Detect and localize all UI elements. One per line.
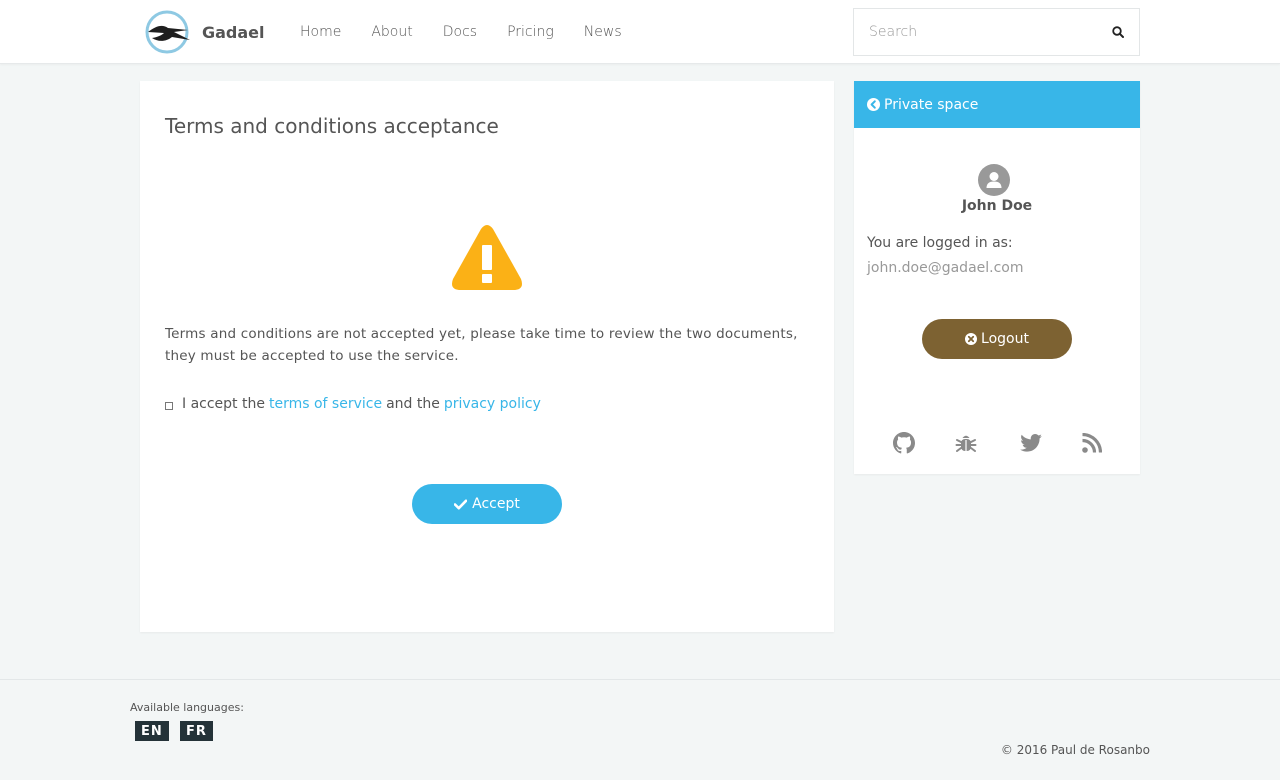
check-icon (454, 499, 468, 509)
accept-terms-row: I accept the terms of service and the pr… (165, 396, 545, 412)
user-email: john.doe@gadael.com (867, 260, 1024, 276)
bug-report-link[interactable] (954, 432, 978, 454)
user-icon (986, 172, 1002, 188)
nav-link-about[interactable]: About (371, 24, 412, 40)
logout-button-label: Logout (981, 331, 1029, 347)
privacy-policy-link[interactable]: privacy policy (444, 396, 541, 412)
nav-link-pricing[interactable]: Pricing (507, 24, 554, 40)
navbar: Gadael Home About Docs Pricing News (0, 0, 1280, 64)
private-space-panel: Private space John Doe You are logged in… (854, 81, 1140, 474)
times-circle-icon (965, 333, 978, 345)
nav-link-home[interactable]: Home (300, 24, 341, 40)
page-title: Terms and conditions acceptance (165, 114, 499, 138)
languages-label: Available languages: (130, 701, 244, 714)
search-icon (1112, 26, 1124, 38)
github-link[interactable] (892, 432, 916, 454)
footer: Available languages: EN FR © 2016 Paul d… (0, 679, 1280, 780)
twitter-link[interactable] (1019, 432, 1043, 454)
conjunction-label: and the (386, 396, 440, 412)
terms-of-service-link[interactable]: terms of service (269, 396, 382, 412)
brand-link[interactable]: Gadael (144, 10, 265, 54)
twitter-icon (1020, 434, 1042, 452)
search-input[interactable] (854, 9, 1097, 55)
brand-name: Gadael (202, 22, 265, 42)
nav-link-docs[interactable]: Docs (443, 24, 477, 40)
private-space-title: Private space (884, 96, 979, 113)
nav-link-news[interactable]: News (584, 24, 622, 40)
bug-icon (955, 435, 977, 452)
logged-in-label: You are logged in as: (867, 235, 1013, 251)
warning-icon (452, 225, 522, 290)
language-fr-button[interactable]: FR (180, 721, 213, 741)
rss-link[interactable] (1080, 432, 1104, 454)
private-space-header: Private space (854, 81, 1140, 128)
logout-button[interactable]: Logout (922, 319, 1072, 359)
accept-button[interactable]: Accept (412, 484, 562, 524)
nav-links: Home About Docs Pricing News (300, 0, 652, 64)
user-name: John Doe (961, 198, 1033, 214)
accept-terms-checkbox[interactable] (165, 402, 173, 410)
search-button[interactable] (1097, 9, 1139, 55)
accept-button-label: Accept (472, 496, 520, 512)
terms-message: Terms and conditions are not accepted ye… (165, 326, 798, 364)
terms-card: Terms and conditions acceptance Terms an… (140, 81, 834, 632)
avatar (978, 164, 1010, 196)
rss-icon (1082, 433, 1102, 453)
chevron-circle-left-icon (867, 98, 880, 111)
swallow-logo-icon (145, 10, 190, 54)
language-en-button[interactable]: EN (135, 721, 169, 741)
accept-prefix-label: I accept the (182, 396, 265, 412)
github-icon (893, 432, 915, 454)
search-box (853, 8, 1140, 56)
copyright: © 2016 Paul de Rosanbo (1000, 743, 1150, 757)
